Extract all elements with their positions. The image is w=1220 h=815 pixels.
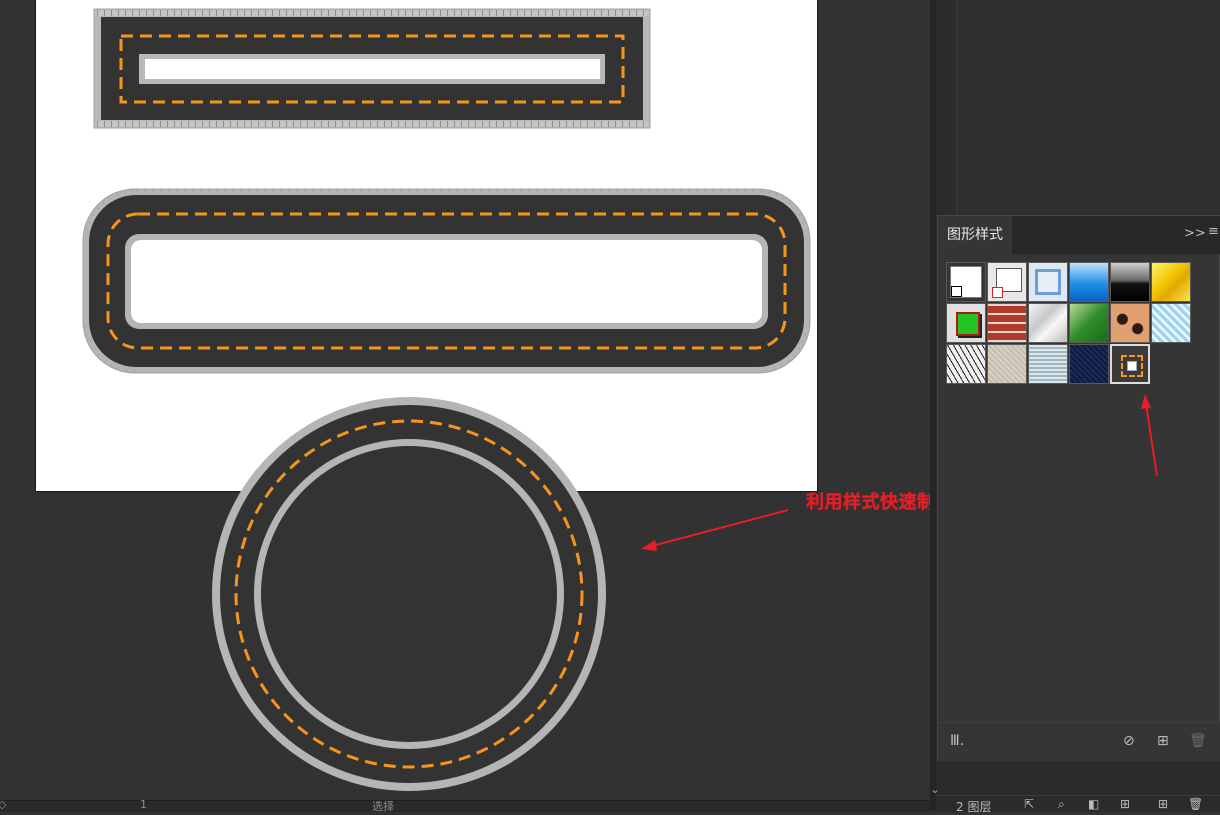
panel-menu-icon[interactable]: ≡: [1208, 224, 1219, 239]
rounded-running-track[interactable]: [82, 188, 811, 374]
tab-graphic-styles[interactable]: 图形样式: [938, 216, 1012, 254]
swatch-brick-style[interactable]: [987, 303, 1027, 343]
swatch-running-track-style[interactable]: [1110, 344, 1150, 384]
status-bar: ◇ 1 选择: [0, 798, 930, 814]
delete-layer-icon[interactable]: 🗑: [1188, 797, 1203, 811]
new-style-icon[interactable]: ⊞: [1157, 733, 1169, 749]
library-icon[interactable]: Ⅲ.: [950, 733, 964, 749]
selection-tool-label[interactable]: 选择: [372, 798, 394, 814]
delete-style-icon[interactable]: 🗑: [1189, 733, 1207, 749]
search-icon[interactable]: ⌕: [1058, 797, 1065, 812]
panel-tab-bar: 图形样式 >> ≡: [938, 216, 1220, 254]
swatch-white-fur-style[interactable]: [1028, 303, 1068, 343]
clip-mask-icon[interactable]: ◧: [1088, 797, 1099, 811]
swatch-gray-black-gradient-style[interactable]: [1110, 262, 1150, 302]
swatch-blue-gradient-style[interactable]: [1069, 262, 1109, 302]
artwork-canvas[interactable]: 利用样式快速制作的跑道: [0, 0, 1009, 811]
expand-panel-icon[interactable]: >>: [1184, 226, 1206, 241]
swatch-default-graphic-style[interactable]: [946, 262, 986, 302]
circular-running-track[interactable]: [212, 397, 606, 791]
swatch-water-style[interactable]: [1028, 344, 1068, 384]
swatch-blue-ice-style[interactable]: [1151, 303, 1191, 343]
zoom-indicator[interactable]: ◇: [0, 798, 6, 811]
new-layer-icon[interactable]: ⊞: [1158, 797, 1168, 811]
swatch-green-grass-style[interactable]: [1069, 303, 1109, 343]
graphic-styles-panel: 图形样式 >> ≡ Ⅲ. ⊘ ⊞ 🗑: [937, 215, 1220, 761]
swatch-dark-blue-texture-style[interactable]: [1069, 344, 1109, 384]
artboard-number-field[interactable]: 1: [140, 798, 147, 811]
rectangular-running-track[interactable]: [93, 8, 651, 129]
panel-footer: Ⅲ. ⊘ ⊞ 🗑: [938, 722, 1220, 761]
swatch-sand-style[interactable]: [987, 344, 1027, 384]
swatch-cracked-stone-style[interactable]: [946, 344, 986, 384]
swatch-blue-outline-style[interactable]: [1028, 262, 1068, 302]
chevron-down-icon[interactable]: ⌄: [930, 782, 940, 796]
swatch-leopard-style[interactable]: [1110, 303, 1150, 343]
swatch-yellow-leaf-style[interactable]: [1151, 262, 1191, 302]
break-link-icon[interactable]: ⊘: [1123, 733, 1135, 749]
swatch-no-fill-style[interactable]: [987, 262, 1027, 302]
swatch-green-square-style[interactable]: [946, 303, 986, 343]
upper-collapsed-panel: [956, 0, 1220, 214]
sublayer-icon[interactable]: ⊞: [1120, 797, 1130, 811]
layers-bar: 2 图层 ⇱ ⌕ ◧ ⊞ ⊞ 🗑: [936, 795, 1220, 815]
artwork-layer: [82, 8, 811, 791]
layers-count-label[interactable]: 2 图层: [956, 798, 991, 815]
export-icon[interactable]: ⇱: [1024, 797, 1034, 811]
annotation-arrow-to-track: [641, 509, 789, 551]
